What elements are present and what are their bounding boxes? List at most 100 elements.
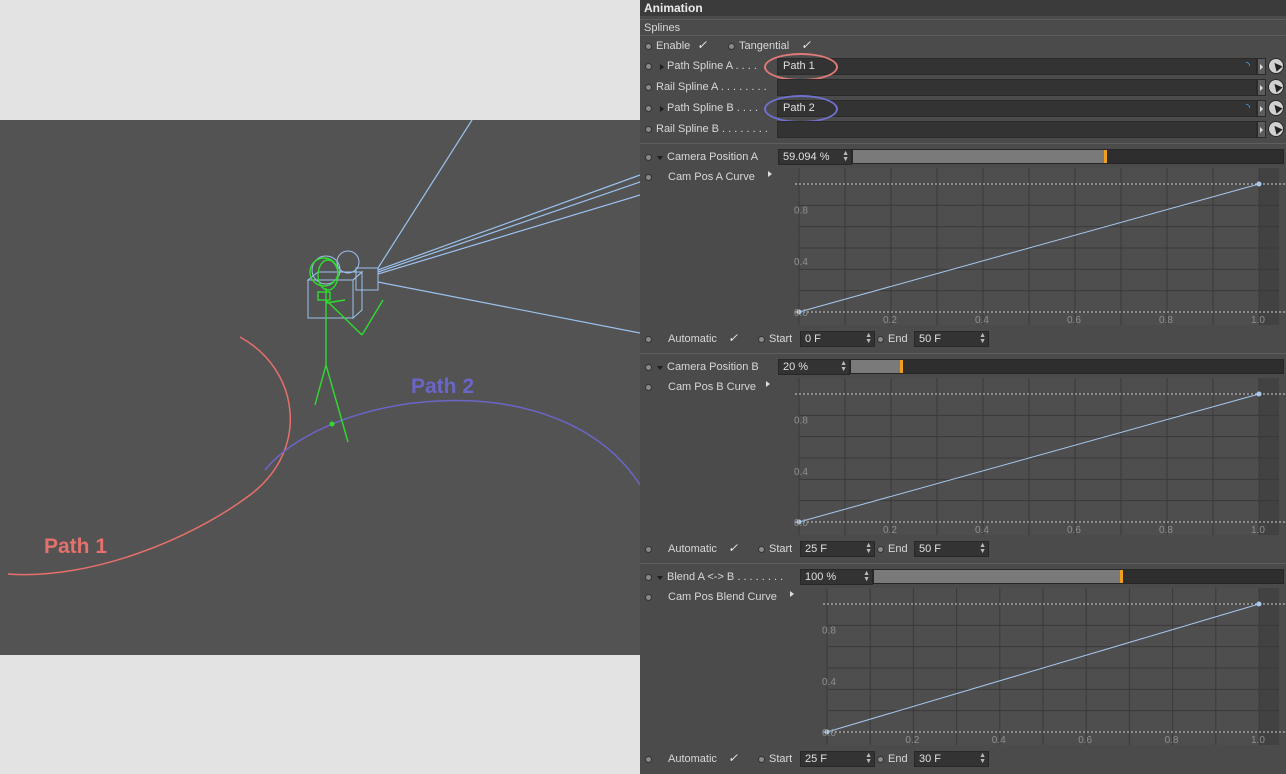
spinner-arrows-icon[interactable]: ▲ ▼ xyxy=(979,752,986,765)
start-a-value: 0 F xyxy=(805,333,821,345)
x-tick-label: 0.2 xyxy=(883,315,897,326)
end-a-input[interactable]: 50 F ▲ ▼ xyxy=(914,331,989,347)
x-tick-label: 0.2 xyxy=(905,735,919,746)
rail-spline-a-menu-button[interactable] xyxy=(1257,79,1266,96)
path-spline-b-menu-button[interactable] xyxy=(1257,100,1266,117)
spinner-arrows-icon[interactable]: ▲ ▼ xyxy=(865,332,872,345)
animate-dot-auto-b[interactable] xyxy=(645,546,652,553)
attribute-panel: Animation Splines Enable ✓ Tangential ✓ … xyxy=(640,0,1286,774)
cam-pos-a-curve-graph[interactable]: 0.8 0.4 0.0 0.2 0.4 0.6 0.8 1.0 xyxy=(775,168,1285,326)
path1-highlight-oval xyxy=(764,53,838,81)
collapse-arrow-icon[interactable] xyxy=(657,366,663,370)
spinner-arrows-icon[interactable]: ▲ ▼ xyxy=(865,752,872,765)
path2-label: Path 2 xyxy=(411,375,475,398)
y-tick-label: 0.0 xyxy=(794,308,808,319)
automatic-blend-checkbox[interactable]: ✓ xyxy=(728,751,738,765)
y-tick-label: 0.8 xyxy=(794,416,808,427)
camera-position-b-slider[interactable] xyxy=(850,359,1284,374)
3d-viewport[interactable]: Path 1 Path 2 xyxy=(0,120,640,655)
rail-spline-b-label: Rail Spline B . . . . . . . . xyxy=(656,123,768,135)
start-blend-input[interactable]: 25 F ▲ ▼ xyxy=(800,751,875,767)
pick-object-icon[interactable] xyxy=(1268,100,1284,116)
cam-pos-a-curve-label: Cam Pos A Curve xyxy=(668,171,755,183)
slider-fill xyxy=(853,150,1108,163)
path-spline-a-field[interactable]: Path 1 ◝ xyxy=(777,58,1257,75)
animate-dot-start-b[interactable] xyxy=(758,546,765,553)
animate-dot-cam-pos-a[interactable] xyxy=(645,154,652,161)
blend-slider[interactable] xyxy=(873,569,1284,584)
collapse-arrow-icon[interactable] xyxy=(657,156,663,160)
x-tick-label: 1.0 xyxy=(1251,315,1265,326)
spinner-arrows-icon[interactable]: ▲ ▼ xyxy=(865,542,872,555)
end-blend-input[interactable]: 30 F ▲ ▼ xyxy=(914,751,989,767)
cam-pos-b-curve-graph[interactable]: 0.8 0.4 0.0 0.2 0.4 0.6 0.8 1.0 xyxy=(775,378,1285,536)
camera-position-a-slider[interactable] xyxy=(852,149,1284,164)
animate-dot-end-blend[interactable] xyxy=(877,756,884,763)
cam-pos-blend-curve-label: Cam Pos Blend Curve xyxy=(668,591,777,603)
animate-dot-curve-b[interactable] xyxy=(645,384,652,391)
curve-menu-arrow-icon[interactable] xyxy=(768,171,772,177)
spinner-arrows-icon[interactable]: ▲ ▼ xyxy=(840,360,847,373)
animate-dot-enable[interactable] xyxy=(645,43,652,50)
x-tick-label: 0.2 xyxy=(883,525,897,536)
animate-dot-auto-a[interactable] xyxy=(645,336,652,343)
animate-dot-path-a[interactable] xyxy=(645,63,652,70)
pick-object-icon[interactable] xyxy=(1268,58,1284,74)
expand-arrow-icon[interactable] xyxy=(660,64,664,70)
stick-figure xyxy=(309,257,384,443)
y-tick-label: 0.0 xyxy=(822,728,836,739)
tangential-checkbox[interactable]: ✓ xyxy=(801,38,811,52)
curve-menu-arrow-icon[interactable] xyxy=(766,381,770,387)
start-a-input[interactable]: 0 F ▲ ▼ xyxy=(800,331,875,347)
end-b-value: 50 F xyxy=(919,543,942,555)
cam-pos-blend-curve-graph[interactable]: 0.8 0.4 0.0 0.2 0.4 0.6 0.8 1.0 xyxy=(803,588,1285,746)
animate-dot-end-b[interactable] xyxy=(877,546,884,553)
camera-position-b-input[interactable]: 20 % ▲ ▼ xyxy=(778,359,850,375)
animate-dot-start-a[interactable] xyxy=(758,336,765,343)
expand-arrow-icon[interactable] xyxy=(660,106,664,112)
curve-end-knot[interactable] xyxy=(1256,181,1262,187)
automatic-a-checkbox[interactable]: ✓ xyxy=(728,331,738,345)
animate-dot-auto-blend[interactable] xyxy=(645,756,652,763)
rail-spline-b-menu-button[interactable] xyxy=(1257,121,1266,138)
x-tick-label: 0.6 xyxy=(1078,735,1092,746)
pick-object-icon[interactable] xyxy=(1268,79,1284,95)
animate-dot-start-blend[interactable] xyxy=(758,756,765,763)
curve-end-knot[interactable] xyxy=(1256,601,1262,607)
animate-dot-curve-blend[interactable] xyxy=(645,594,652,601)
camera-frustum xyxy=(377,120,640,334)
animate-dot-rail-a[interactable] xyxy=(645,84,652,91)
y-tick-label: 0.8 xyxy=(794,206,808,217)
spinner-arrows-icon[interactable]: ▲ ▼ xyxy=(842,150,849,163)
rail-spline-a-row: Rail Spline A . . . . . . . . xyxy=(640,78,1286,98)
spinner-arrows-icon[interactable]: ▲ ▼ xyxy=(863,570,870,583)
curve-menu-arrow-icon[interactable] xyxy=(790,591,794,597)
pick-object-icon[interactable] xyxy=(1268,121,1284,137)
animate-dot-rail-b[interactable] xyxy=(645,126,652,133)
camera-position-a-input[interactable]: 59.094 % ▲ ▼ xyxy=(778,149,852,165)
path-spline-a-menu-button[interactable] xyxy=(1257,58,1266,75)
animate-dot-path-b[interactable] xyxy=(645,105,652,112)
blend-input[interactable]: 100 % ▲ ▼ xyxy=(800,569,873,585)
rail-spline-a-field[interactable] xyxy=(777,79,1257,96)
rail-spline-b-field[interactable] xyxy=(777,121,1257,138)
spinner-arrows-icon[interactable]: ▲ ▼ xyxy=(979,332,986,345)
splines-subheader: Splines xyxy=(640,19,1286,36)
curve-end-knot[interactable] xyxy=(1256,391,1262,397)
animate-dot-blend[interactable] xyxy=(645,574,652,581)
animate-dot-cam-pos-b[interactable] xyxy=(645,364,652,371)
automatic-b-checkbox[interactable]: ✓ xyxy=(728,541,738,555)
start-blend-value: 25 F xyxy=(805,753,828,765)
spinner-arrows-icon[interactable]: ▲ ▼ xyxy=(979,542,986,555)
rail-spline-a-label: Rail Spline A . . . . . . . . xyxy=(656,81,767,93)
enable-checkbox[interactable]: ✓ xyxy=(697,38,707,52)
animate-dot-end-a[interactable] xyxy=(877,336,884,343)
start-b-input[interactable]: 25 F ▲ ▼ xyxy=(800,541,875,557)
blend-row: Blend A <-> B . . . . . . . . 100 % ▲ ▼ xyxy=(640,568,1286,588)
rail-spline-b-row: Rail Spline B . . . . . . . . xyxy=(640,120,1286,140)
animate-dot-curve-a[interactable] xyxy=(645,174,652,181)
collapse-arrow-icon[interactable] xyxy=(657,576,663,580)
animate-dot-tangential[interactable] xyxy=(728,43,735,50)
path-spline-b-field[interactable]: Path 2 ◝ xyxy=(777,100,1257,117)
end-b-input[interactable]: 50 F ▲ ▼ xyxy=(914,541,989,557)
